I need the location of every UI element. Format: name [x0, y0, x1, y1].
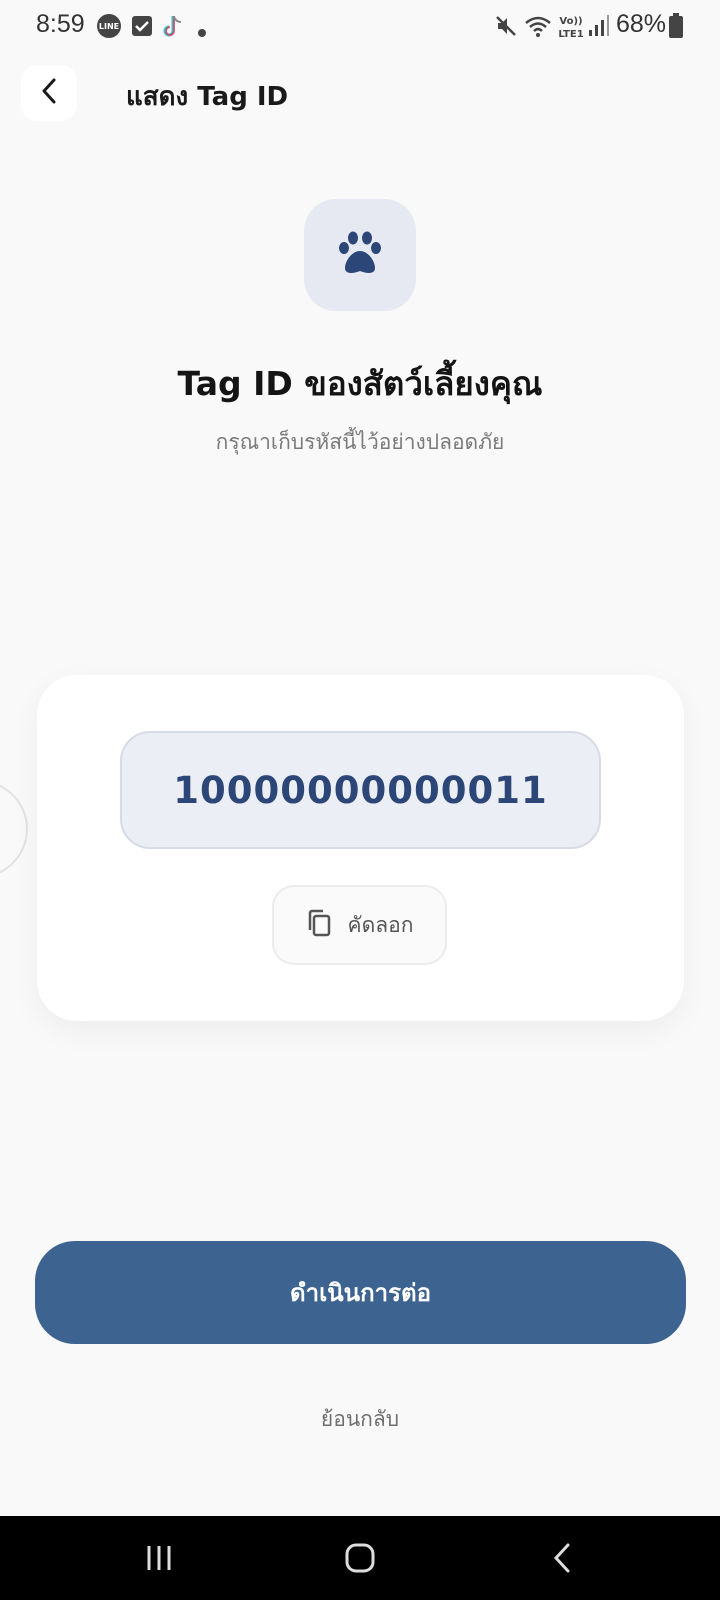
recent-apps-button[interactable] [144, 1538, 174, 1578]
line-icon: LINE [96, 14, 122, 44]
dot-icon [198, 22, 206, 41]
paw-badge [304, 199, 416, 311]
svg-text:LINE: LINE [99, 22, 119, 31]
svg-text:LTE1: LTE1 [558, 29, 583, 40]
signal-icon [588, 14, 610, 42]
mute-icon [494, 14, 518, 42]
copy-button[interactable]: คัดลอก [272, 885, 447, 965]
paw-icon [336, 230, 384, 280]
tag-id-box: 10000000000011 [120, 731, 601, 849]
status-bar: 8:59 LINE Vo)) LTE1 68% [0, 0, 720, 56]
page-title: แสดง Tag ID [126, 82, 289, 112]
wifi-icon [524, 14, 552, 42]
chevron-left-icon [38, 77, 60, 109]
copy-icon [306, 908, 332, 942]
sub-heading: กรุณาเก็บรหัสนี้ไว้อย่างปลอดภัย [215, 430, 505, 454]
back-link[interactable]: ย้อนกลับ [0, 1403, 720, 1436]
screen: 8:59 LINE Vo)) LTE1 68% แสดง Tag ID Tag … [0, 0, 720, 1600]
volte-icon: Vo)) LTE1 [556, 14, 586, 44]
checkbox-icon [130, 14, 154, 42]
navigation-bar [0, 1516, 720, 1600]
system-back-button[interactable] [550, 1538, 574, 1578]
status-time: 8:59 [36, 10, 85, 38]
continue-button[interactable]: ดำเนินการต่อ [35, 1241, 686, 1344]
back-button[interactable] [21, 65, 77, 121]
tiktok-icon [160, 14, 184, 44]
continue-label: ดำเนินการต่อ [290, 1279, 431, 1307]
edge-circle-decoration [0, 780, 28, 878]
battery-icon [668, 13, 684, 43]
tag-id-card: 10000000000011 คัดลอก [37, 675, 684, 1021]
copy-label: คัดลอก [347, 912, 414, 937]
tag-id-value: 10000000000011 [173, 768, 548, 812]
svg-text:Vo)): Vo)) [559, 16, 582, 27]
home-button[interactable] [343, 1538, 377, 1578]
main-heading: Tag ID ของสัตว์เลี้ยงคุณ [177, 364, 543, 403]
battery-percent: 68% [616, 10, 667, 38]
